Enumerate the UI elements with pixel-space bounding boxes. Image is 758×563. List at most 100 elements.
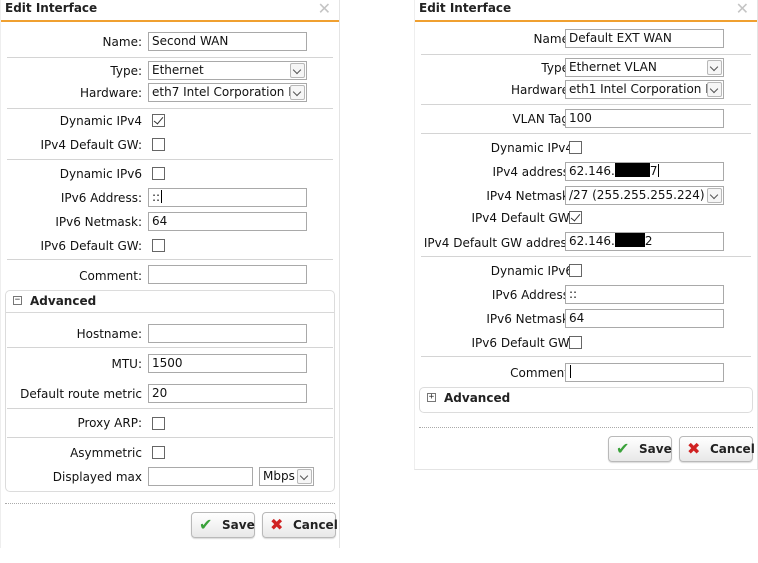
ipv6-default-gw-checkbox[interactable] bbox=[569, 336, 582, 349]
ipv4-gw-address-suffix: 2 bbox=[644, 234, 653, 248]
dynamic-ipv6-label: Dynamic IPv6 bbox=[490, 264, 573, 278]
name-input[interactable]: Second WAN bbox=[148, 32, 307, 51]
dynamic-ipv6-checkbox[interactable] bbox=[569, 264, 582, 277]
check-icon: ✔ bbox=[199, 515, 213, 534]
hardware-label: Hardware: bbox=[511, 83, 573, 97]
ipv4-gw-address-prefix: 62.146. bbox=[569, 234, 615, 248]
save-button[interactable]: ✔ Save bbox=[191, 512, 255, 538]
save-button-label: Save bbox=[222, 518, 255, 532]
divider bbox=[421, 356, 751, 357]
displayed-max-label: Displayed max bbox=[52, 470, 142, 484]
unit-select[interactable]: Mbps bbox=[259, 467, 314, 486]
ipv4-netmask-value: /27 (255.255.255.224) bbox=[569, 188, 705, 202]
ipv4-address-input[interactable]: 62.146. 7 bbox=[565, 162, 724, 181]
comment-label: Comment: bbox=[79, 269, 142, 283]
dynamic-ipv4-checkbox[interactable] bbox=[569, 141, 582, 154]
name-input[interactable]: Default EXT WAN bbox=[565, 29, 724, 48]
ipv4-default-gw-checkbox[interactable] bbox=[569, 211, 582, 224]
advanced-panel-header[interactable]: + Advanced bbox=[420, 388, 752, 410]
comment-label: Comment: bbox=[510, 366, 573, 380]
cancel-button-label: Cancel bbox=[710, 442, 755, 456]
hardware-select-value: eth7 Intel Corporation I2 bbox=[152, 85, 300, 99]
cancel-button[interactable]: ✖ Cancel bbox=[679, 436, 755, 462]
collapse-icon[interactable]: − bbox=[13, 296, 22, 305]
vlan-tag-input[interactable]: 100 bbox=[565, 109, 724, 128]
redaction-block bbox=[614, 233, 645, 247]
dialog-titlebar: Edit Interface ✕ bbox=[1, 0, 339, 22]
ipv6-netmask-label: IPv6 Netmask: bbox=[486, 312, 573, 326]
hardware-select[interactable]: eth7 Intel Corporation I2 bbox=[148, 83, 307, 102]
save-button[interactable]: ✔ Save bbox=[608, 436, 672, 462]
ipv6-address-label: IPv6 Address: bbox=[60, 191, 142, 205]
dialog-title: Edit Interface bbox=[5, 1, 98, 15]
chevron-down-icon[interactable] bbox=[290, 85, 305, 100]
ipv6-default-gw-checkbox[interactable] bbox=[152, 239, 165, 252]
advanced-title: Advanced bbox=[30, 294, 97, 308]
footer-divider bbox=[419, 427, 753, 428]
ipv6-address-input[interactable]: :: bbox=[565, 285, 724, 304]
ipv6-address-value: :: bbox=[152, 190, 161, 204]
expand-icon[interactable]: + bbox=[427, 393, 436, 402]
chevron-down-icon[interactable] bbox=[297, 469, 312, 484]
close-icon[interactable]: ✕ bbox=[318, 0, 331, 18]
cancel-button[interactable]: ✖ Cancel bbox=[262, 512, 338, 538]
ipv6-netmask-input[interactable]: 64 bbox=[148, 212, 307, 231]
ipv4-gw-address-input[interactable]: 62.146. 2 bbox=[565, 232, 724, 251]
dynamic-ipv4-checkbox[interactable] bbox=[152, 114, 165, 127]
asymmetric-checkbox[interactable] bbox=[152, 446, 165, 459]
type-select[interactable]: Ethernet VLAN bbox=[565, 58, 724, 77]
hostname-input[interactable] bbox=[148, 324, 307, 343]
ipv4-netmask-select[interactable]: /27 (255.255.255.224) bbox=[565, 186, 724, 205]
dialog-title: Edit Interface bbox=[419, 1, 512, 15]
divider bbox=[421, 104, 751, 105]
text-cursor bbox=[161, 190, 163, 203]
chevron-down-icon[interactable] bbox=[707, 60, 722, 75]
ipv6-netmask-input[interactable]: 64 bbox=[565, 309, 724, 328]
mtu-label: MTU: bbox=[111, 357, 142, 371]
ipv6-netmask-label: IPv6 Netmask: bbox=[55, 215, 142, 229]
advanced-panel-header[interactable]: − Advanced bbox=[6, 291, 334, 313]
divider bbox=[421, 54, 751, 55]
comment-input[interactable] bbox=[565, 363, 724, 382]
divider bbox=[421, 256, 751, 257]
chevron-down-icon[interactable] bbox=[290, 63, 305, 78]
divider bbox=[7, 437, 333, 438]
edit-interface-dialog-left: Edit Interface ✕ Name: Second WAN Type: … bbox=[0, 0, 340, 548]
ipv6-default-gw-label: IPv6 Default GW: bbox=[40, 239, 143, 253]
mtu-input[interactable]: 1500 bbox=[148, 354, 307, 373]
ipv4-default-gw-checkbox[interactable] bbox=[152, 138, 165, 151]
hardware-select[interactable]: eth1 Intel Corporation I2 bbox=[565, 80, 724, 99]
proxy-arp-checkbox[interactable] bbox=[152, 417, 165, 430]
divider bbox=[7, 259, 333, 260]
type-select-value: Ethernet bbox=[152, 63, 204, 77]
proxy-arp-label: Proxy ARP: bbox=[77, 416, 142, 430]
close-icon[interactable]: ✕ bbox=[736, 0, 749, 18]
ipv4-address-label: IPv4 address: bbox=[492, 165, 573, 179]
route-metric-input[interactable]: 20 bbox=[148, 384, 307, 403]
advanced-panel: + Advanced bbox=[419, 387, 753, 413]
type-select[interactable]: Ethernet bbox=[148, 61, 307, 80]
vlan-tag-label: VLAN Tag: bbox=[512, 112, 573, 126]
text-cursor bbox=[658, 164, 660, 177]
dynamic-ipv4-label: Dynamic IPv4 bbox=[490, 141, 573, 155]
chevron-down-icon[interactable] bbox=[707, 188, 722, 203]
dynamic-ipv6-checkbox[interactable] bbox=[152, 167, 165, 180]
footer-divider bbox=[5, 503, 335, 504]
ipv4-netmask-label: IPv4 Netmask: bbox=[486, 189, 573, 203]
divider bbox=[421, 133, 751, 134]
displayed-max-input[interactable] bbox=[148, 467, 253, 486]
chevron-down-icon[interactable] bbox=[707, 82, 722, 97]
type-select-value: Ethernet VLAN bbox=[569, 60, 657, 74]
hardware-select-value: eth1 Intel Corporation I2 bbox=[569, 82, 717, 96]
hostname-label: Hostname: bbox=[76, 327, 142, 341]
unit-select-value: Mbps bbox=[263, 469, 295, 483]
check-icon: ✔ bbox=[616, 439, 630, 458]
edit-interface-dialog-right: Edit Interface ✕ Name: Default EXT WAN T… bbox=[414, 0, 758, 470]
ipv6-address-input[interactable]: :: bbox=[148, 188, 307, 207]
dynamic-ipv6-label: Dynamic IPv6 bbox=[59, 167, 142, 181]
divider bbox=[7, 408, 333, 409]
ipv4-address-prefix: 62.146. bbox=[569, 164, 615, 178]
divider bbox=[7, 347, 333, 348]
divider bbox=[7, 57, 333, 58]
comment-input[interactable] bbox=[148, 265, 307, 284]
